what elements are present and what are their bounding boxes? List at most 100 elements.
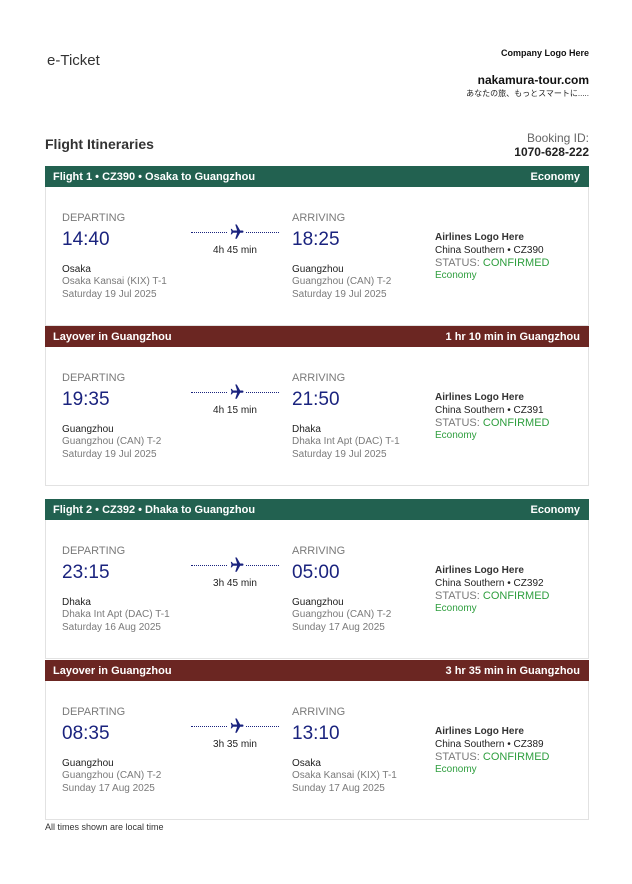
status-confirmed-badge: CONFIRMED bbox=[482, 590, 550, 602]
flight-2-title: Flight 2 • CZ392 • Dhaka to Guangzhou bbox=[53, 503, 256, 516]
segment-2: DEPARTING 19:35 Guangzhou Guangzhou (CAN… bbox=[46, 347, 588, 485]
status-label: STATUS: bbox=[435, 751, 480, 763]
local-time-note: All times shown are local time bbox=[45, 822, 164, 832]
segment-card: DEPARTING 14:40 Osaka Osaka Kansai (KIX)… bbox=[45, 187, 589, 326]
departure-airport: Dhaka Int Apt (DAC) T-1 bbox=[62, 609, 170, 620]
flight-1-title: Flight 1 • CZ390 • Osaka to Guangzhou bbox=[53, 170, 256, 183]
departure-airport: Guangzhou (CAN) T-2 bbox=[62, 436, 162, 447]
layover-2-title: Layover in Guangzhou bbox=[53, 664, 172, 677]
flight-duration: 4h 15 min bbox=[213, 405, 257, 416]
arriving-label: ARRIVING bbox=[292, 706, 346, 718]
airplane-icon bbox=[227, 717, 245, 735]
departing-label: DEPARTING bbox=[62, 372, 126, 384]
departure-time: 23:15 bbox=[62, 562, 110, 583]
flight-route-line bbox=[191, 383, 279, 401]
company-logo-placeholder: Company Logo Here bbox=[500, 48, 589, 58]
company-tagline: あなたの旅、もっとスマートに..... bbox=[466, 89, 589, 98]
flight-2-cabin: Economy bbox=[530, 503, 580, 516]
flight-route-line bbox=[191, 717, 279, 735]
departure-date: Saturday 16 Aug 2025 bbox=[62, 622, 161, 633]
departure-airport: Osaka Kansai (KIX) T-1 bbox=[62, 276, 167, 287]
airplane-icon bbox=[227, 383, 245, 401]
arrival-date: Saturday 19 Jul 2025 bbox=[292, 449, 387, 460]
segment-3: DEPARTING 23:15 Dhaka Dhaka Int Apt (DAC… bbox=[46, 520, 588, 658]
departure-date: Saturday 19 Jul 2025 bbox=[62, 289, 157, 300]
departure-city: Guangzhou bbox=[62, 758, 114, 769]
arriving-label: ARRIVING bbox=[292, 212, 346, 224]
cabin-class: Economy bbox=[435, 764, 477, 775]
arriving-label: ARRIVING bbox=[292, 545, 346, 557]
departing-label: DEPARTING bbox=[62, 706, 126, 718]
arrival-city: Dhaka bbox=[292, 424, 321, 435]
departure-date: Sunday 17 Aug 2025 bbox=[62, 783, 155, 794]
arrival-date: Saturday 19 Jul 2025 bbox=[292, 289, 387, 300]
airline-flight-number: China Southern • CZ391 bbox=[435, 405, 544, 416]
arrival-time: 05:00 bbox=[292, 562, 340, 583]
flight-duration: 4h 45 min bbox=[213, 245, 257, 256]
airline-logo-placeholder: Airlines Logo Here bbox=[435, 726, 524, 737]
arrival-time: 21:50 bbox=[292, 389, 340, 410]
status-label: STATUS: bbox=[435, 590, 480, 602]
flight-1-header: Flight 1 • CZ390 • Osaka to Guangzhou Ec… bbox=[45, 166, 589, 187]
booking-id-value: 1070-628-222 bbox=[514, 145, 589, 159]
ticket-header: e-Ticket Company Logo Here nakamura-tour… bbox=[45, 0, 589, 110]
status-confirmed-badge: CONFIRMED bbox=[482, 257, 550, 269]
cabin-class: Economy bbox=[435, 270, 477, 281]
status-confirmed-badge: CONFIRMED bbox=[482, 417, 550, 429]
arrival-time: 13:10 bbox=[292, 723, 340, 744]
itineraries-title: Flight Itineraries bbox=[45, 136, 154, 152]
departure-airport: Guangzhou (CAN) T-2 bbox=[62, 770, 162, 781]
arriving-label: ARRIVING bbox=[292, 372, 346, 384]
segment-4: DEPARTING 08:35 Guangzhou Guangzhou (CAN… bbox=[46, 681, 588, 819]
arrival-airport: Osaka Kansai (KIX) T-1 bbox=[292, 770, 397, 781]
departure-time: 19:35 bbox=[62, 389, 110, 410]
layover-2-duration: 3 hr 35 min in Guangzhou bbox=[445, 664, 580, 677]
flight-status: STATUS: CONFIRMED bbox=[435, 590, 550, 602]
segment-card: DEPARTING 08:35 Guangzhou Guangzhou (CAN… bbox=[45, 681, 589, 820]
flight-duration: 3h 35 min bbox=[213, 739, 257, 750]
status-label: STATUS: bbox=[435, 417, 480, 429]
segment-1: DEPARTING 14:40 Osaka Osaka Kansai (KIX)… bbox=[46, 187, 588, 325]
departure-city: Guangzhou bbox=[62, 424, 114, 435]
flight-status: STATUS: CONFIRMED bbox=[435, 417, 550, 429]
departure-time: 08:35 bbox=[62, 723, 110, 744]
airline-logo-placeholder: Airlines Logo Here bbox=[435, 392, 524, 403]
departure-time: 14:40 bbox=[62, 229, 110, 250]
segment-card: DEPARTING 19:35 Guangzhou Guangzhou (CAN… bbox=[45, 347, 589, 486]
flight-route-line bbox=[191, 556, 279, 574]
flight-1-cabin: Economy bbox=[530, 170, 580, 183]
flight-status: STATUS: CONFIRMED bbox=[435, 257, 550, 269]
airplane-icon bbox=[227, 556, 245, 574]
airline-logo-placeholder: Airlines Logo Here bbox=[435, 565, 524, 576]
layover-2-header: Layover in Guangzhou 3 hr 35 min in Guan… bbox=[45, 660, 589, 681]
departure-city: Osaka bbox=[62, 264, 91, 275]
arrival-date: Sunday 17 Aug 2025 bbox=[292, 783, 385, 794]
cabin-class: Economy bbox=[435, 430, 477, 441]
arrival-city: Guangzhou bbox=[292, 597, 344, 608]
arrival-date: Sunday 17 Aug 2025 bbox=[292, 622, 385, 633]
airline-logo-placeholder: Airlines Logo Here bbox=[435, 232, 524, 243]
ticket-title: e-Ticket bbox=[47, 52, 100, 69]
departing-label: DEPARTING bbox=[62, 212, 126, 224]
flight-route-line bbox=[191, 223, 279, 241]
layover-1-title: Layover in Guangzhou bbox=[53, 330, 172, 343]
company-website[interactable]: nakamura-tour.com bbox=[478, 73, 589, 87]
status-confirmed-badge: CONFIRMED bbox=[482, 751, 550, 763]
arrival-airport: Guangzhou (CAN) T-2 bbox=[292, 609, 392, 620]
flight-status: STATUS: CONFIRMED bbox=[435, 751, 550, 763]
airline-flight-number: China Southern • CZ390 bbox=[435, 245, 544, 256]
booking-id-label: Booking ID: bbox=[526, 131, 589, 145]
arrival-airport: Guangzhou (CAN) T-2 bbox=[292, 276, 392, 287]
departing-label: DEPARTING bbox=[62, 545, 126, 557]
departure-city: Dhaka bbox=[62, 597, 91, 608]
arrival-city: Osaka bbox=[292, 758, 321, 769]
flight-duration: 3h 45 min bbox=[213, 578, 257, 589]
flight-2-header: Flight 2 • CZ392 • Dhaka to Guangzhou Ec… bbox=[45, 499, 589, 520]
departure-date: Saturday 19 Jul 2025 bbox=[62, 449, 157, 460]
airline-flight-number: China Southern • CZ389 bbox=[435, 739, 544, 750]
layover-1-duration: 1 hr 10 min in Guangzhou bbox=[445, 330, 580, 343]
arrival-city: Guangzhou bbox=[292, 264, 344, 275]
airline-flight-number: China Southern • CZ392 bbox=[435, 578, 544, 589]
cabin-class: Economy bbox=[435, 603, 477, 614]
status-label: STATUS: bbox=[435, 257, 480, 269]
